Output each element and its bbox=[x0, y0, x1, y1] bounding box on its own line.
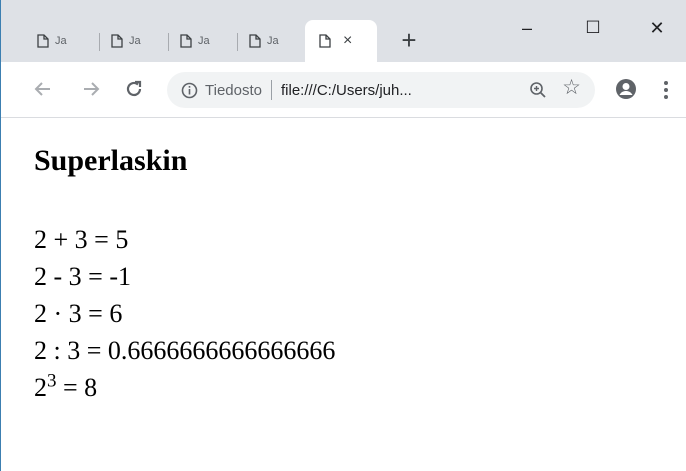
page-icon bbox=[180, 34, 192, 48]
multiplication-line: 2 · 3 = 6 bbox=[34, 299, 123, 328]
close-tab-button[interactable]: × bbox=[343, 33, 352, 49]
page-icon bbox=[319, 34, 331, 48]
tab-strip: Ja Ja Ja Ja × + – ☐ ✕ bbox=[1, 0, 686, 68]
close-window-button[interactable]: ✕ bbox=[637, 14, 677, 42]
division-line: 2 : 3 = 0.6666666666666666 bbox=[34, 336, 336, 365]
tab-2[interactable]: Ja bbox=[101, 26, 141, 56]
back-icon bbox=[34, 82, 50, 96]
menu-icon[interactable] bbox=[663, 80, 669, 100]
profile-icon[interactable] bbox=[615, 78, 637, 100]
tab-label: Ja bbox=[129, 35, 141, 47]
tab-label: Ja bbox=[267, 35, 279, 47]
url-text[interactable]: file:///C:/Users/juh... bbox=[281, 82, 412, 99]
tab-3[interactable]: Ja bbox=[170, 26, 210, 56]
page-title: Superlaskin bbox=[34, 144, 188, 177]
forward-button[interactable] bbox=[78, 76, 104, 102]
page-icon bbox=[111, 34, 123, 48]
tab-label: Ja bbox=[198, 35, 210, 47]
power-base: 2 bbox=[34, 373, 47, 402]
forward-icon bbox=[84, 82, 100, 96]
back-button[interactable] bbox=[30, 76, 56, 102]
reload-icon bbox=[126, 80, 142, 97]
power-exponent: 3 bbox=[47, 370, 57, 392]
new-tab-button[interactable]: + bbox=[397, 27, 421, 53]
minimize-button[interactable]: – bbox=[507, 14, 547, 42]
star-icon[interactable]: ☆ bbox=[562, 77, 581, 98]
subtraction-line: 2 - 3 = -1 bbox=[34, 262, 131, 291]
zoom-icon[interactable] bbox=[529, 81, 547, 99]
origin-label: Tiedosto bbox=[205, 81, 262, 99]
tab-1[interactable]: Ja bbox=[27, 26, 67, 56]
addition-line: 2 + 3 = 5 bbox=[34, 225, 129, 254]
tab-active[interactable]: × bbox=[305, 20, 377, 62]
address-divider bbox=[270, 80, 272, 100]
reload-button[interactable] bbox=[121, 76, 147, 102]
address-bar[interactable]: Tiedosto file:///C:/Users/juh... ☆ bbox=[167, 72, 595, 108]
power-line: 23 = 8 bbox=[34, 369, 335, 406]
tab-label: Ja bbox=[55, 35, 67, 47]
tab-separator bbox=[237, 33, 238, 51]
page-icon bbox=[37, 34, 49, 48]
tab-separator bbox=[168, 33, 169, 51]
toolbar: Tiedosto file:///C:/Users/juh... ☆ bbox=[1, 62, 686, 118]
result-list: 2 + 3 = 5 2 - 3 = -1 2 · 3 = 6 2 : 3 = 0… bbox=[34, 221, 335, 406]
tab-4[interactable]: Ja bbox=[239, 26, 279, 56]
maximize-button[interactable]: ☐ bbox=[573, 14, 613, 42]
page-icon bbox=[249, 34, 261, 48]
power-result: = 8 bbox=[56, 373, 98, 402]
browser-window: Ja Ja Ja Ja × + – ☐ ✕ Tiedosto file:///C… bbox=[0, 0, 686, 471]
info-icon[interactable] bbox=[181, 82, 198, 99]
tab-separator bbox=[99, 33, 100, 51]
